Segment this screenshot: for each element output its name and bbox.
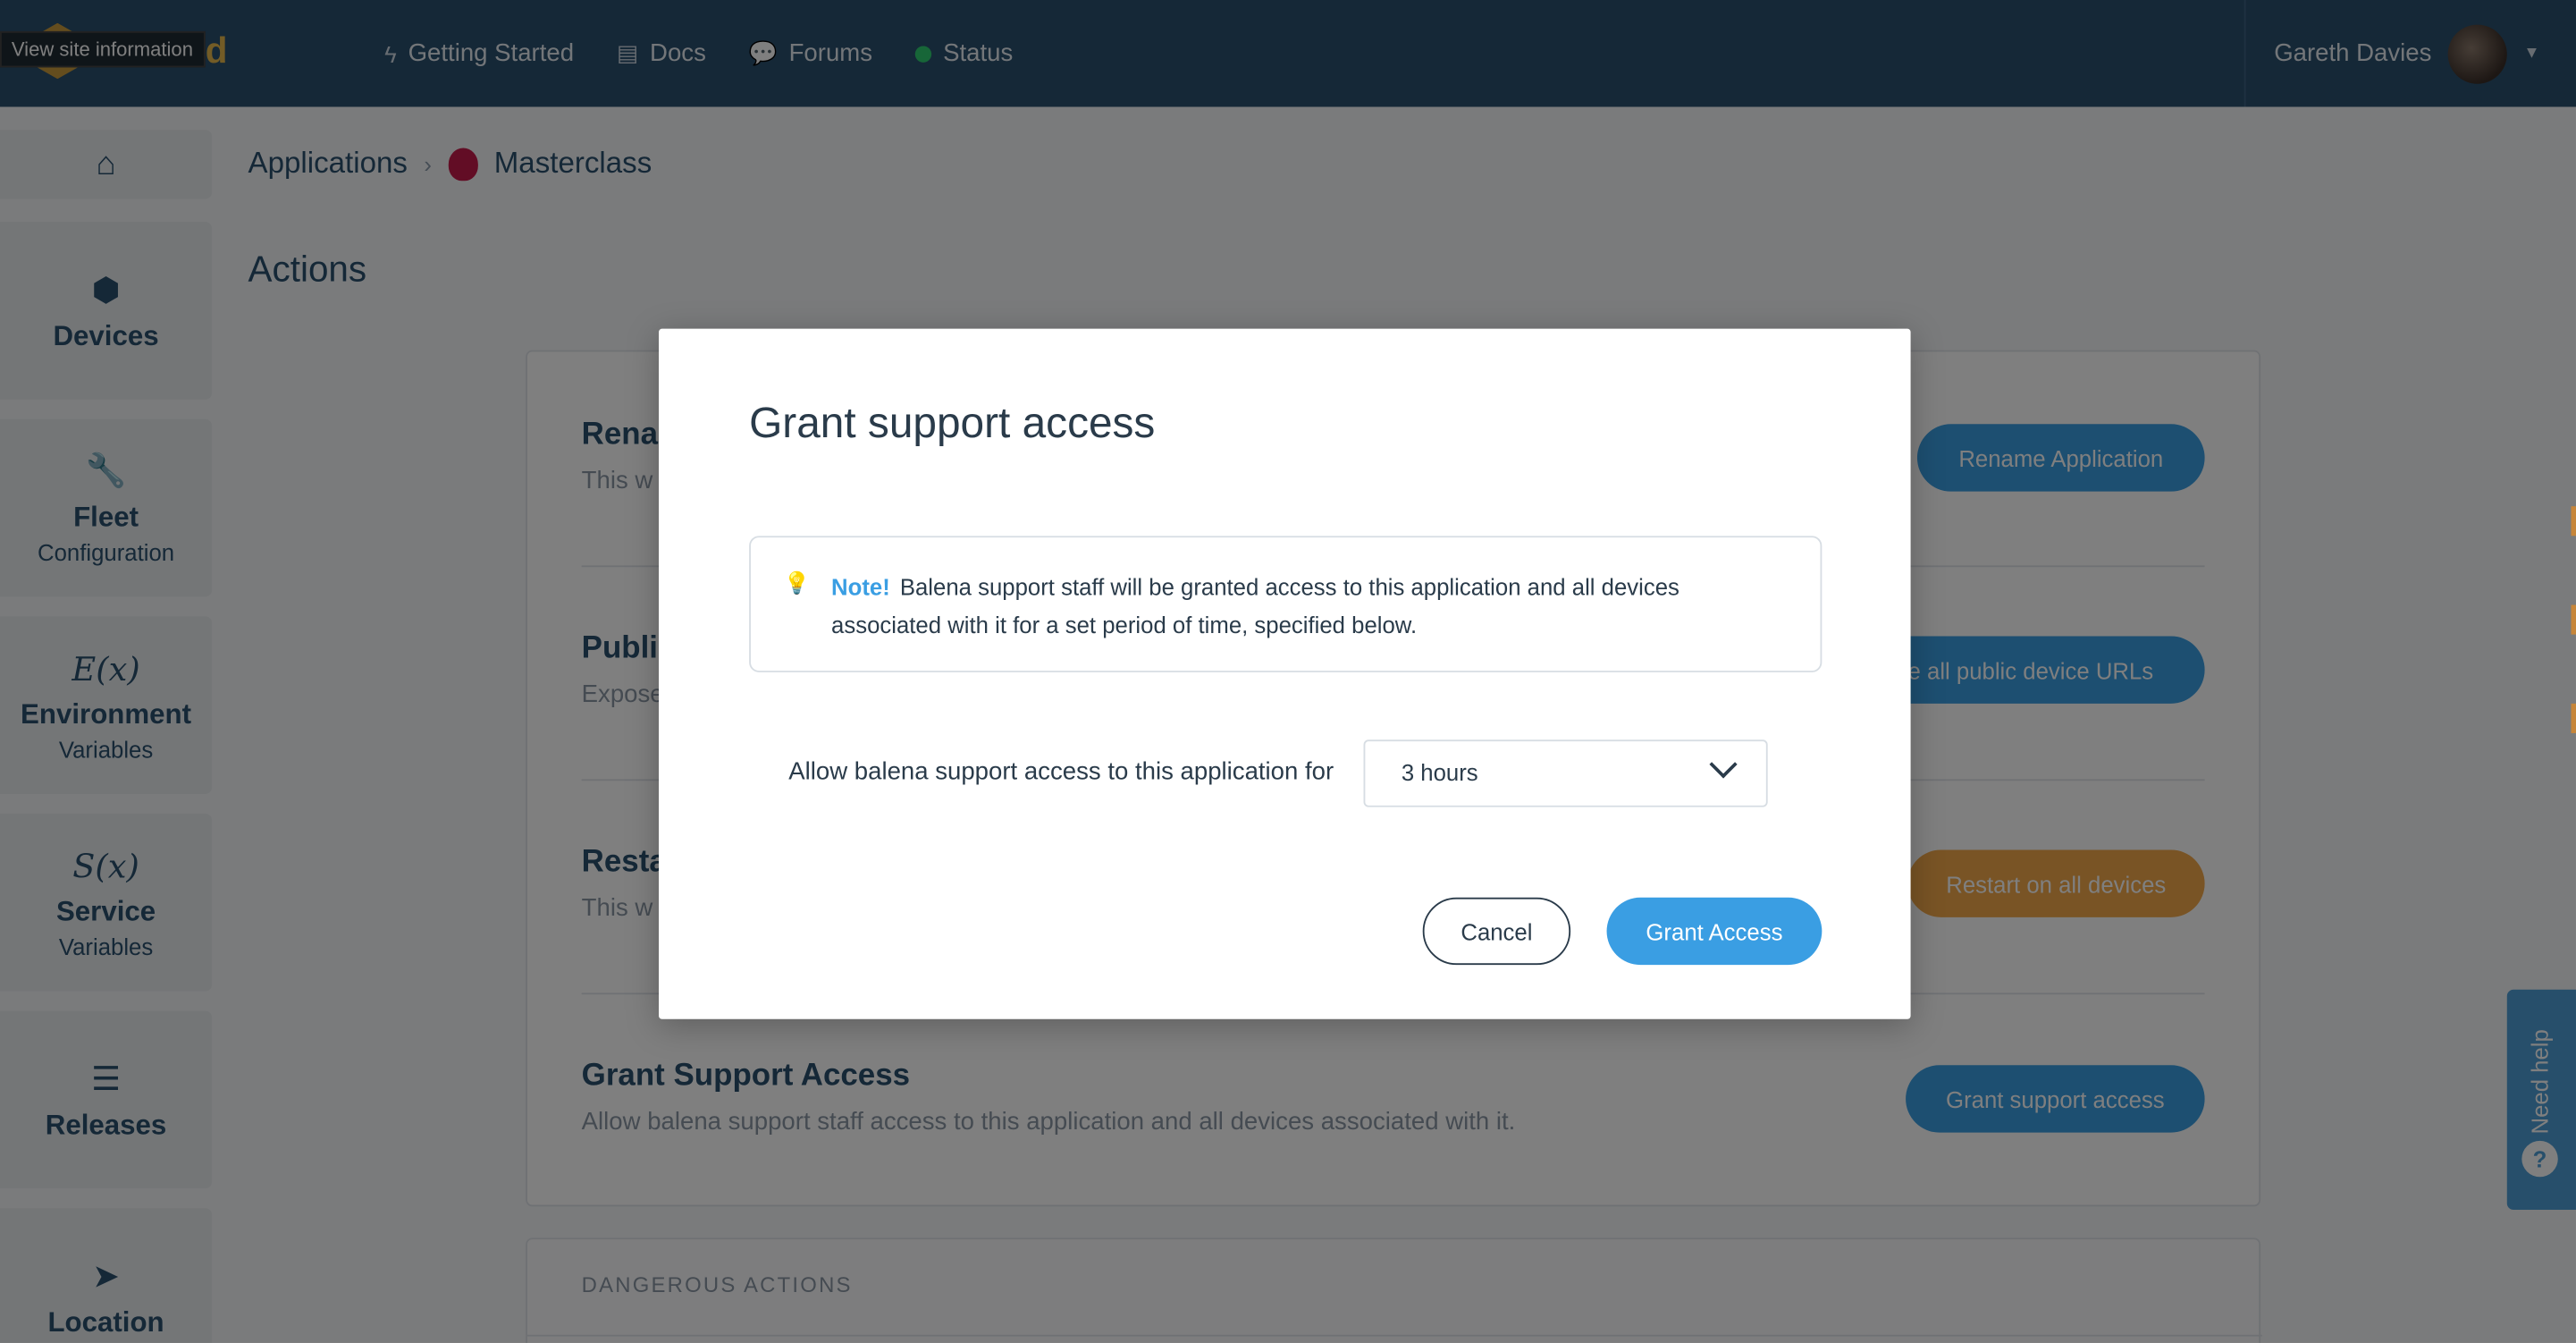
- note-box: 💡 Note! Balena support staff will be gran…: [749, 536, 1823, 672]
- duration-select[interactable]: 3 hours: [1363, 739, 1768, 807]
- note-label: Note!: [831, 573, 890, 601]
- duration-label: Allow balena support access to this appl…: [788, 757, 1334, 786]
- grant-support-modal: Grant support access 💡 Note! Balena suppo…: [659, 328, 1911, 1019]
- note-text-block: Note! Balena support staff will be grante…: [831, 569, 1784, 645]
- grant-access-button[interactable]: Grant Access: [1606, 897, 1823, 966]
- scroll-mark: [2571, 703, 2576, 733]
- chevron-down-icon: [1709, 750, 1738, 779]
- note-text: Balena support staff will be granted acc…: [831, 573, 1679, 638]
- cancel-button[interactable]: Cancel: [1422, 897, 1571, 966]
- duration-select-value: 3 hours: [1401, 759, 1478, 786]
- modal-title: Grant support access: [749, 397, 1156, 448]
- app-root: a Cloud View site information ϟ Getting …: [0, 0, 2576, 1343]
- lightbulb-icon: 💡: [783, 570, 811, 595]
- scroll-mark: [2571, 506, 2576, 536]
- scroll-mark: [2571, 604, 2576, 635]
